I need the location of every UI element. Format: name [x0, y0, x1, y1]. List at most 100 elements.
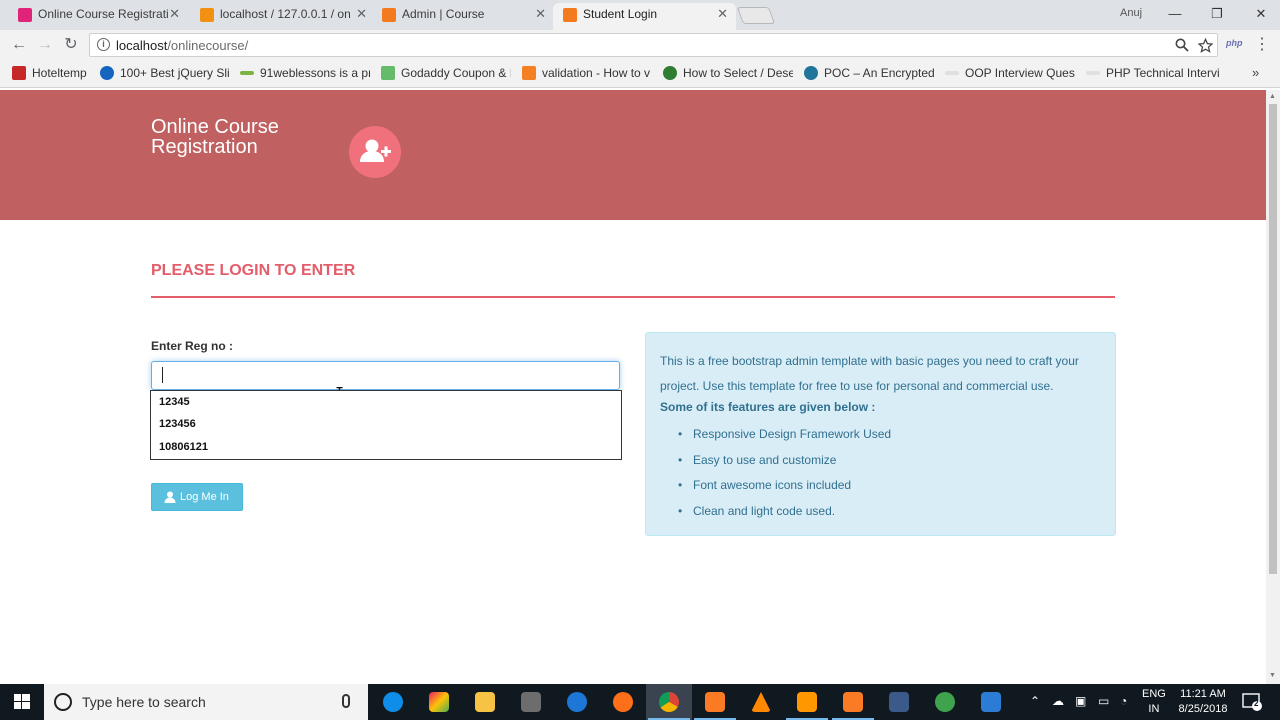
- title-divider: [151, 296, 1115, 298]
- microphone-icon[interactable]: [342, 694, 350, 708]
- xampp-icon[interactable]: [692, 684, 738, 720]
- input-language[interactable]: ENG IN: [1142, 687, 1166, 717]
- stackoverflow-icon: [522, 66, 536, 80]
- paint-icon[interactable]: [416, 684, 462, 720]
- site-info-icon[interactable]: i: [97, 38, 110, 51]
- close-window-icon[interactable]: ✕: [1246, 3, 1276, 25]
- bookmark-item[interactable]: validation - How to v: [522, 66, 652, 80]
- action-center-icon[interactable]: 2: [1241, 692, 1263, 712]
- taskbar-search-placeholder: Type here to search: [82, 694, 206, 710]
- page-title: PLEASE LOGIN TO ENTER: [151, 262, 356, 279]
- onedrive-icon[interactable]: ☁: [1052, 694, 1064, 708]
- tab-title: Student Login: [583, 7, 658, 21]
- taskbar-search[interactable]: Type here to search: [44, 684, 368, 720]
- bookmark-item[interactable]: Hoteltemp: [12, 66, 92, 80]
- tab-title: Online Course Registratio: [38, 7, 168, 21]
- bookmark-item[interactable]: OOP Interview Quest: [945, 66, 1075, 80]
- feature-item: Clean and light code used.: [660, 502, 891, 528]
- back-icon[interactable]: ←: [8, 34, 30, 56]
- edge-icon[interactable]: [554, 684, 600, 720]
- bookmarks-bar: Hoteltemp 100+ Best jQuery Slid 91webles…: [0, 60, 1280, 88]
- star-icon[interactable]: [1198, 38, 1213, 53]
- bookmark-item[interactable]: 100+ Best jQuery Slid: [100, 66, 230, 80]
- reload-icon[interactable]: ↻: [60, 34, 82, 56]
- info-panel: This is a free bootstrap admin template …: [645, 332, 1116, 536]
- battery-icon[interactable]: ▭: [1098, 694, 1109, 708]
- user-icon: [164, 491, 176, 503]
- visual-studio-icon[interactable]: [876, 684, 922, 720]
- chrome-icon[interactable]: [646, 684, 692, 720]
- reg-no-input[interactable]: [151, 361, 620, 390]
- tab-close-icon[interactable]: ✕: [169, 3, 180, 25]
- features-heading: Some of its features are given below :: [660, 400, 876, 414]
- tab-close-icon[interactable]: ✕: [356, 3, 367, 25]
- php-extension-icon[interactable]: php: [1226, 38, 1243, 48]
- scroll-thumb[interactable]: [1269, 104, 1277, 574]
- windows-taskbar: Type here to search ⌃ ☁ ▣ ▭ ◔ ENG IN 11:…: [0, 684, 1280, 720]
- search-icon[interactable]: [1175, 38, 1189, 52]
- tab-close-icon[interactable]: ✕: [535, 3, 546, 25]
- autocomplete-dropdown: 12345 123456 10806121: [150, 390, 622, 460]
- scroll-down-icon[interactable]: ▼: [1269, 672, 1276, 679]
- browser-tab[interactable]: Online Course Registratio ✕: [8, 3, 188, 30]
- bookmark-icon: [240, 71, 254, 75]
- bookmark-item[interactable]: Godaddy Coupon & I: [381, 66, 511, 80]
- bookmark-icon: [945, 71, 959, 75]
- restore-icon[interactable]: ❐: [1202, 3, 1232, 25]
- network-icon[interactable]: [922, 684, 968, 720]
- file-explorer-icon[interactable]: [462, 684, 508, 720]
- pma-favicon-icon: [200, 8, 214, 22]
- snipping-icon[interactable]: [508, 684, 554, 720]
- autocomplete-option[interactable]: 12345: [159, 396, 190, 408]
- system-clock[interactable]: 11:21 AM 8/25/2018: [1172, 687, 1234, 717]
- autocomplete-option[interactable]: 10806121: [159, 441, 208, 453]
- site-brand[interactable]: Online Course Registration: [151, 117, 331, 157]
- bookmark-icon: [1086, 71, 1100, 75]
- page-viewport: Online Course Registration PLEASE LOGIN …: [0, 90, 1266, 684]
- url-text[interactable]: localhost/onlinecourse/: [116, 38, 248, 53]
- wifi-icon[interactable]: ◔: [1120, 694, 1127, 708]
- sublime-icon[interactable]: [784, 684, 830, 720]
- page-scrollbar[interactable]: ▲ ▼: [1266, 90, 1280, 684]
- tab-close-icon[interactable]: ✕: [717, 3, 728, 25]
- profile-name[interactable]: Anuj: [1120, 7, 1142, 19]
- browser-tab-active[interactable]: Student Login ✕: [553, 3, 736, 30]
- show-hidden-icons-icon[interactable]: ⌃: [1030, 694, 1040, 708]
- task-manager-icon[interactable]: [968, 684, 1014, 720]
- text-caret: [162, 367, 163, 383]
- site-header: Online Course Registration: [0, 90, 1266, 220]
- bookmark-item[interactable]: PHP Technical Intervi: [1086, 66, 1221, 80]
- more-bookmarks-icon[interactable]: »: [1252, 65, 1259, 80]
- teamviewer-icon[interactable]: [370, 684, 416, 720]
- xampp-favicon-icon: [382, 8, 396, 22]
- vlc-icon[interactable]: [738, 684, 784, 720]
- browser-tab[interactable]: localhost / 127.0.0.1 / onl ✕: [190, 3, 375, 30]
- bookmark-icon: [12, 66, 26, 80]
- network-tray-icon[interactable]: ▣: [1075, 694, 1086, 708]
- tab-title: localhost / 127.0.0.1 / onl: [220, 7, 350, 21]
- bookmark-favicon-icon: [18, 8, 32, 22]
- new-tab-button[interactable]: [736, 7, 776, 24]
- autocomplete-option[interactable]: 123456: [159, 418, 196, 430]
- browser-menu-icon[interactable]: ⋮: [1254, 34, 1270, 54]
- login-button[interactable]: Log Me In: [151, 483, 243, 511]
- wordpress-icon: [804, 66, 818, 80]
- browser-tab-strip: Online Course Registratio ✕ localhost / …: [0, 0, 1280, 30]
- bookmark-item[interactable]: POC – An Encrypted I: [804, 66, 934, 80]
- windows-start-icon[interactable]: [0, 684, 44, 720]
- forward-icon[interactable]: →: [34, 34, 56, 56]
- login-button-label: Log Me In: [180, 491, 229, 503]
- bookmark-icon: [663, 66, 677, 80]
- cortana-icon: [54, 693, 72, 711]
- bookmark-item[interactable]: How to Select / Dese: [663, 66, 793, 80]
- minimize-icon[interactable]: —: [1160, 3, 1190, 25]
- browser-toolbar: ← → ↻ i localhost/onlinecourse/ php ⋮: [0, 30, 1280, 60]
- features-list: Responsive Design Framework Used Easy to…: [660, 425, 891, 527]
- bookmark-item[interactable]: 91weblessons is a pro: [240, 66, 370, 80]
- firefox-icon[interactable]: [600, 684, 646, 720]
- scroll-up-icon[interactable]: ▲: [1269, 93, 1276, 100]
- address-bar[interactable]: i localhost/onlinecourse/: [89, 33, 1218, 57]
- xampp-favicon-icon: [563, 8, 577, 22]
- browser-tab[interactable]: Admin | Course ✕: [372, 3, 554, 30]
- xampp-control-icon[interactable]: [830, 684, 876, 720]
